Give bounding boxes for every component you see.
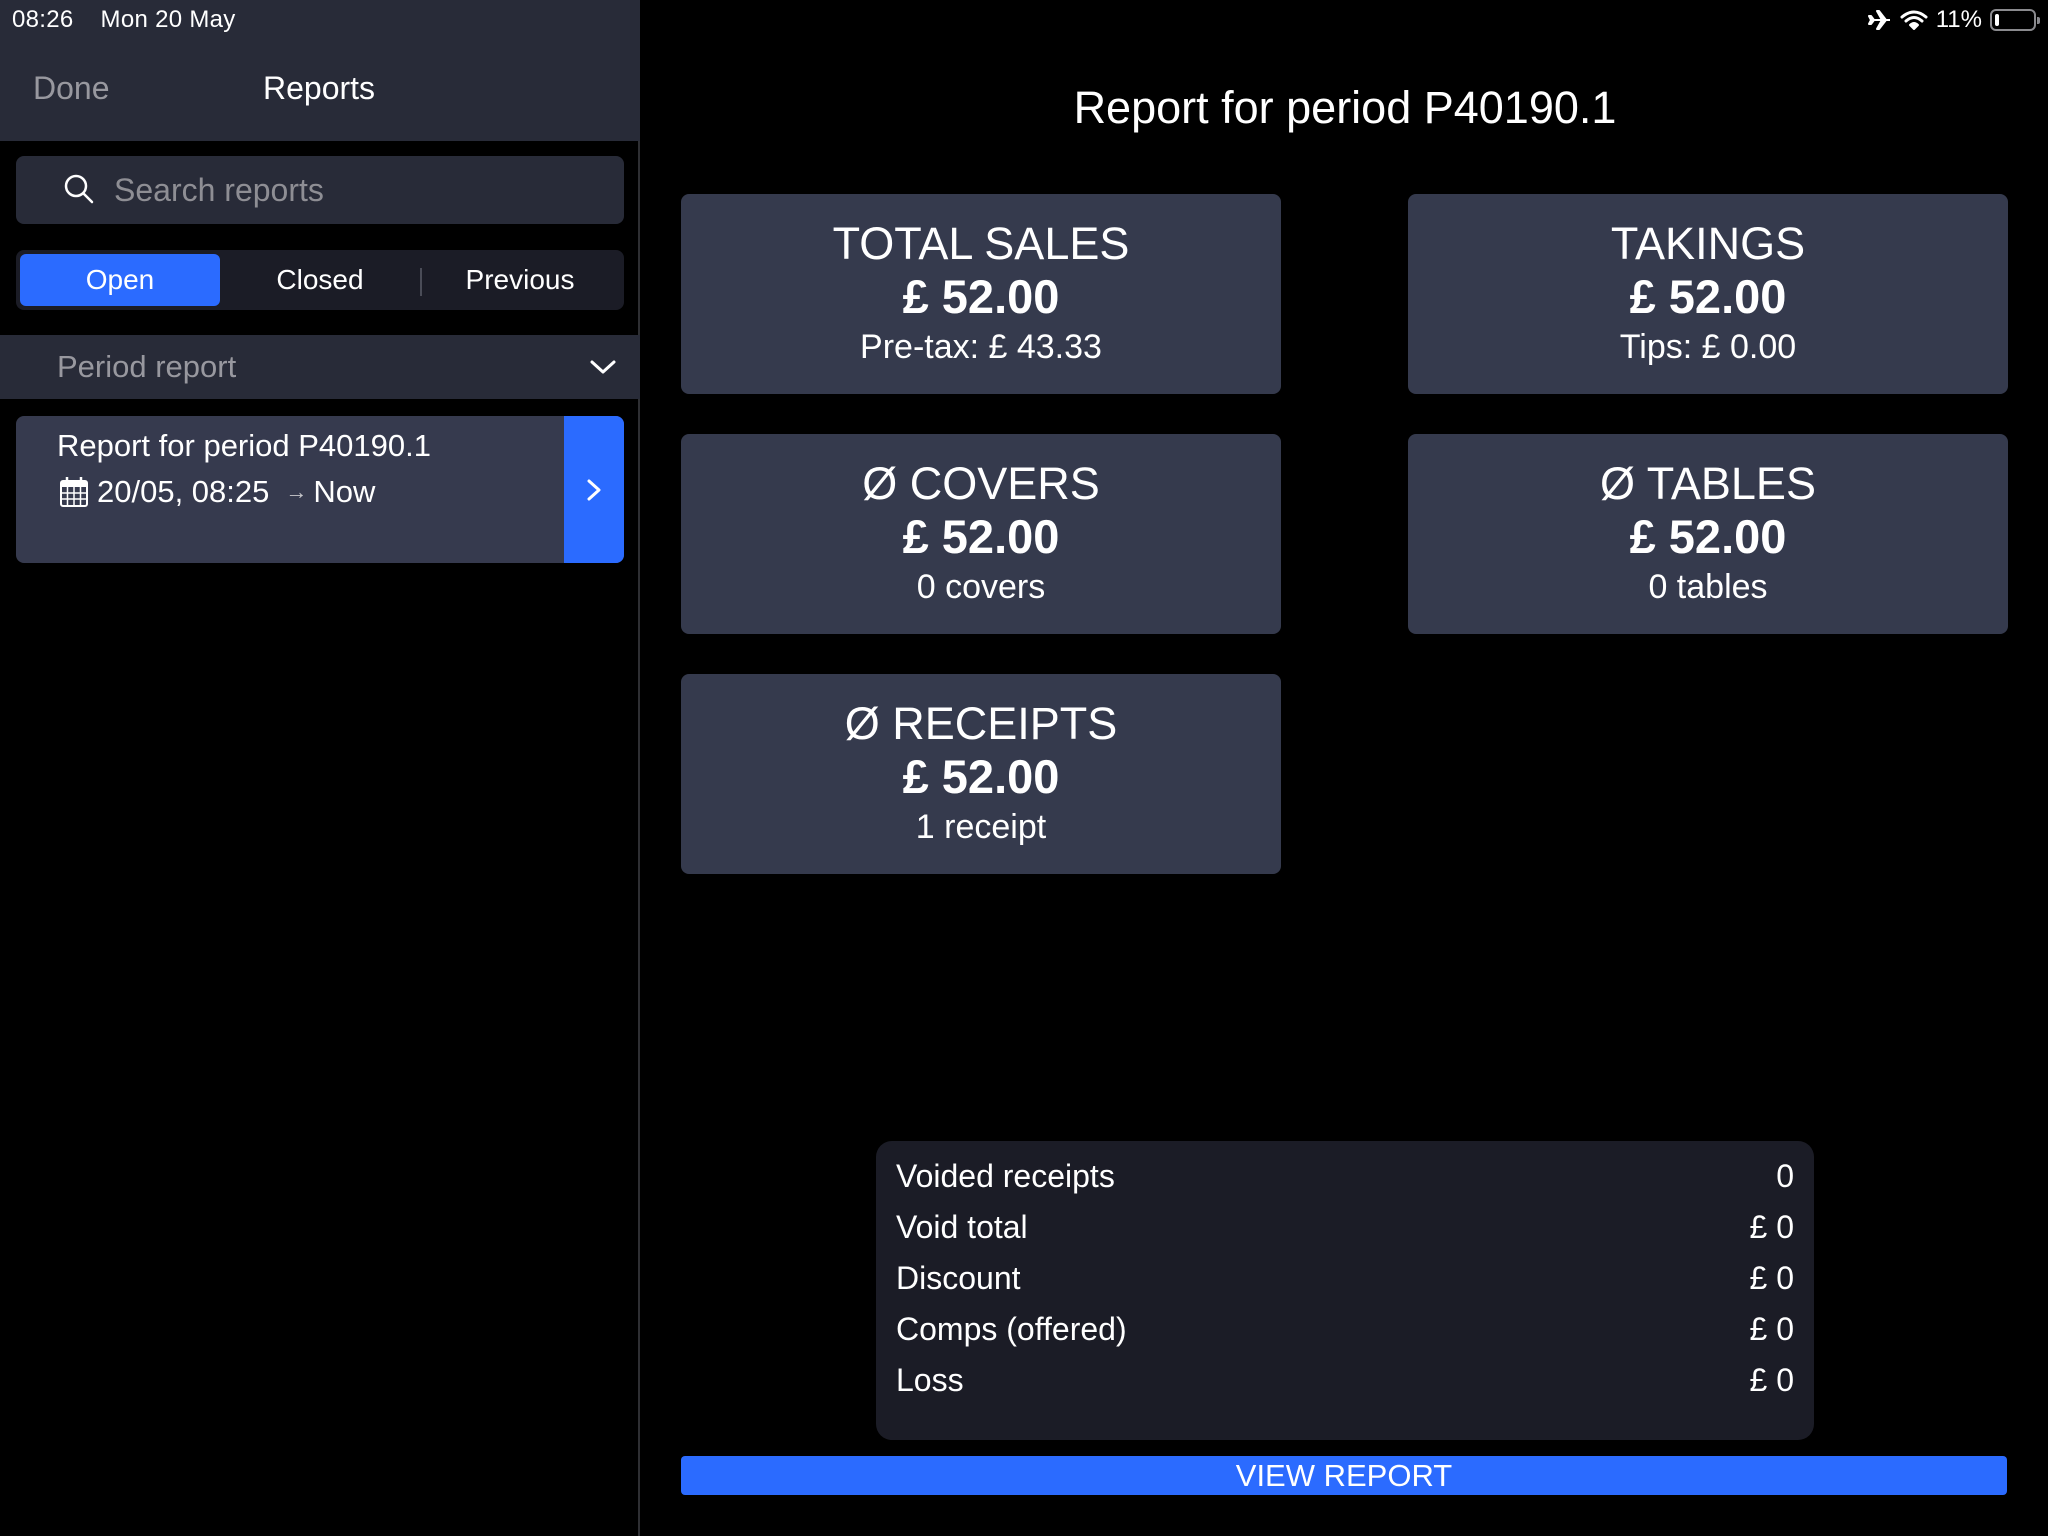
card-subtitle: 1 receipt	[915, 808, 1047, 846]
airplane-icon	[1867, 10, 1890, 30]
segment-label: Previous	[465, 264, 575, 295]
card-value: £ 52.00	[902, 510, 1060, 563]
summary-label: Discount	[896, 1260, 1021, 1296]
status-date: Mon 20 May	[100, 6, 236, 33]
summary-value: £ 0	[1749, 1311, 1794, 1347]
summary-row-loss: Loss £ 0	[896, 1355, 1794, 1406]
sidebar: 08:26 Mon 20 May Done Reports Open Close…	[0, 0, 640, 1536]
card-value: £ 52.00	[902, 270, 1060, 323]
page-title: Report for period P40190.1	[1073, 82, 1617, 133]
report-item-period: 20/05, 08:25 → Now	[59, 474, 375, 510]
view-report-button[interactable]: VIEW REPORT	[681, 1456, 2007, 1495]
app-root: 08:26 Mon 20 May Done Reports Open Close…	[0, 0, 2048, 1536]
wifi-icon	[1900, 10, 1928, 30]
card-subtitle: 0 covers	[916, 568, 1046, 606]
summary-value: £ 0	[1749, 1209, 1794, 1245]
summary-label: Loss	[896, 1362, 964, 1398]
card-value: £ 52.00	[1629, 510, 1787, 563]
segment-label: Closed	[276, 264, 364, 295]
summary-label: Comps (offered)	[896, 1311, 1127, 1347]
segment-open[interactable]: Open	[20, 254, 220, 306]
done-button[interactable]: Done	[33, 70, 110, 107]
card-subtitle: Pre-tax: £ 43.33	[860, 328, 1102, 366]
segment-previous[interactable]: Previous	[420, 254, 620, 306]
segment-closed[interactable]: Closed	[220, 254, 420, 306]
search-input[interactable]	[114, 171, 594, 209]
summary-value: 0	[1776, 1158, 1794, 1194]
open-report-button[interactable]	[564, 416, 624, 563]
segment-label: Open	[85, 264, 155, 295]
search-field[interactable]	[16, 156, 624, 224]
report-list-item[interactable]: Report for period P40190.1 20/05, 08:25 …	[16, 416, 624, 563]
avg-receipts-card[interactable]: Ø RECEIPTS £ 52.00 1 receipt	[681, 674, 1281, 874]
card-title: TOTAL SALES	[832, 218, 1130, 269]
summary-label: Voided receipts	[896, 1158, 1115, 1194]
card-value: £ 52.00	[902, 750, 1060, 803]
segment-divider	[420, 268, 422, 296]
battery-icon	[1990, 9, 2040, 31]
card-title: Ø COVERS	[862, 458, 1100, 509]
report-item-title: Report for period P40190.1	[57, 428, 431, 463]
card-value: £ 52.00	[1629, 270, 1787, 323]
status-time: 08:26	[12, 6, 74, 33]
report-item-end: Now	[313, 474, 376, 509]
chevron-right-icon	[587, 479, 601, 500]
card-title: Ø RECEIPTS	[844, 698, 1118, 749]
calendar-icon	[60, 477, 88, 507]
summary-value: £ 0	[1749, 1362, 1794, 1398]
summary-row-void-total: Void total £ 0	[896, 1202, 1794, 1253]
section-header-label: Period report	[57, 349, 237, 384]
summary-row-comps: Comps (offered) £ 0	[896, 1304, 1794, 1355]
card-title: TAKINGS	[1610, 218, 1806, 269]
summary-value: £ 0	[1749, 1260, 1794, 1296]
card-subtitle: 0 tables	[1648, 568, 1768, 606]
report-status-segmented-control: Open Closed Previous	[16, 250, 624, 310]
avg-tables-card[interactable]: Ø TABLES £ 52.00 0 tables	[1408, 434, 2008, 634]
summary-row-voided-receipts: Voided receipts 0	[896, 1151, 1794, 1202]
card-subtitle: Tips: £ 0.00	[1619, 328, 1797, 366]
status-clock: 08:26 Mon 20 May	[12, 6, 256, 34]
avg-covers-card[interactable]: Ø COVERS £ 52.00 0 covers	[681, 434, 1281, 634]
nav-title: Reports	[263, 70, 376, 106]
period-report-section-header[interactable]: Period report	[0, 335, 640, 399]
summary-label: Void total	[896, 1209, 1028, 1245]
total-sales-card[interactable]: TOTAL SALES £ 52.00 Pre-tax: £ 43.33	[681, 194, 1281, 394]
report-item-start: 20/05, 08:25	[97, 474, 270, 509]
search-icon	[64, 174, 94, 204]
chevron-down-icon	[590, 360, 616, 374]
sidebar-header: 08:26 Mon 20 May Done Reports	[0, 0, 640, 141]
battery-percent: 11%	[1935, 6, 1982, 33]
summary-panel: Voided receipts 0 Void total £ 0 Discoun…	[876, 1141, 1814, 1440]
card-title: Ø TABLES	[1600, 458, 1816, 509]
status-bar-right: 11%	[1867, 6, 2040, 34]
battery-level-fill	[1995, 14, 1999, 26]
summary-row-discount: Discount £ 0	[896, 1253, 1794, 1304]
arrow-right-icon: →	[285, 479, 308, 504]
takings-card[interactable]: TAKINGS £ 52.00 Tips: £ 0.00	[1408, 194, 2008, 394]
